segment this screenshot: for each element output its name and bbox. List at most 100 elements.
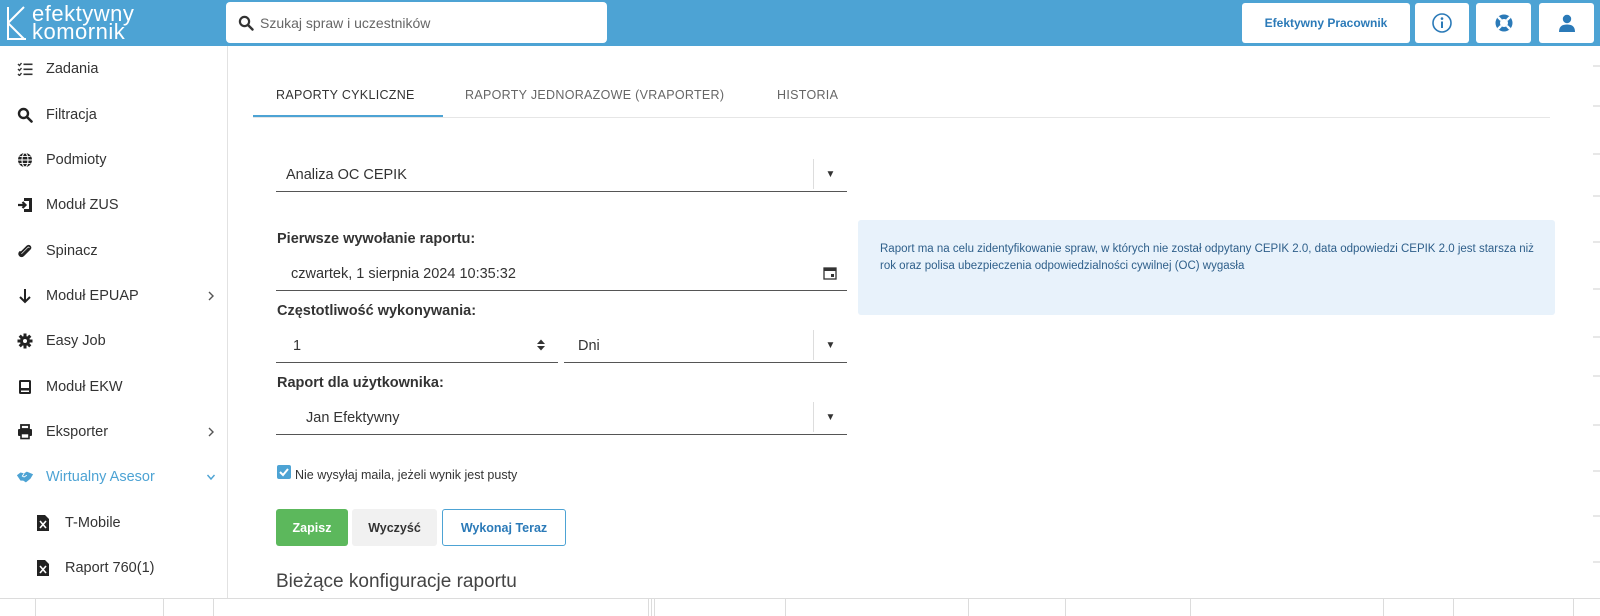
sidebar-item-label: Eksporter [46,424,109,440]
help-button[interactable] [1476,3,1531,43]
search-box [226,2,607,43]
table-column-divider [785,599,786,616]
table-column-divider [968,599,969,616]
lifebuoy-icon [1495,14,1512,32]
user-icon [1558,14,1575,32]
table-column-divider [35,599,36,616]
search-icon [238,15,254,31]
table-column-divider [213,599,214,616]
tab-raporty-cykliczne[interactable]: RAPORTY CYKLICZNE [276,88,415,102]
search-input[interactable] [260,2,600,43]
stepper-icon[interactable] [524,330,558,360]
user-select-value: Jan Efektywny [306,410,400,426]
table-column-divider [1383,599,1384,616]
tab-raporty-jednorazowe[interactable]: RAPORTY JEDNORAZOWE (VRAPORTER) [465,88,724,102]
sidebar-item-t-mobile[interactable]: T-Mobile [0,502,228,546]
sidebar-item-label: T-Mobile [65,515,121,531]
sidebar-item-podmioty[interactable]: Podmioty [0,139,228,183]
table-column-divider [1453,599,1454,616]
sidebar-item-label: Moduł EPUAP [46,288,139,304]
search-icon [16,106,34,124]
info-icon [1432,13,1452,33]
first-call-value: czwartek, 1 sierpnia 2024 10:35:32 [291,266,516,282]
table-column-divider [1065,599,1066,616]
excel-file-icon [34,559,52,577]
sign-in-icon [16,196,34,214]
handshake-icon [16,468,34,486]
config-table-top-edge [0,598,1600,616]
sidebar-item-label: Podmioty [46,152,107,168]
globe-icon [16,151,34,169]
report-description-box: Raport ma na celu zidentyfikowanie spraw… [858,220,1555,315]
sidebar-item-raport-760[interactable]: Raport 760(1) [0,547,228,591]
save-button[interactable]: Zapisz [276,509,348,546]
book-icon [16,378,34,396]
table-column-divider [654,599,655,616]
frequency-label: Częstotliwość wykonywania: [277,303,477,319]
user-label: Raport dla użytkownika: [277,375,444,391]
sidebar-item-label: Moduł EKW [46,379,123,395]
active-tab-indicator [253,115,443,117]
no-mail-checkbox[interactable] [277,465,291,479]
sidebar-item-spinacz[interactable]: Spinacz [0,230,228,274]
clear-button[interactable]: Wyczyść [352,509,437,546]
logo-line-2: komornik [32,19,126,44]
table-column-divider [163,599,164,616]
calendar-icon[interactable] [813,258,847,288]
chevron-right-icon [208,291,214,301]
sidebar-item-label: Moduł ZUS [46,197,119,213]
sidebar-item-label: Raport 760(1) [65,560,155,576]
sidebar-item-label: Zadania [46,61,99,77]
table-column-divider [651,599,652,616]
frequency-number-input[interactable]: 1 [276,328,558,363]
chevron-right-icon [208,427,214,437]
run-now-button[interactable]: Wykonaj Teraz [442,509,566,546]
app-logo[interactable]: efektywny komornik [4,3,164,43]
sidebar: Zadania Filtracja Podmioty Moduł ZUS Spi… [0,46,228,598]
first-call-label: Pierwsze wywołanie raportu: [277,231,476,247]
gear-icon [16,332,34,350]
info-button[interactable] [1415,3,1469,43]
sidebar-item-zadania[interactable]: Zadania [0,48,228,92]
frequency-value: 1 [293,338,302,354]
no-mail-label[interactable]: Nie wysyłaj maila, jeżeli wynik jest pus… [295,468,517,482]
user-button[interactable] [1539,3,1594,43]
printer-icon [16,423,34,441]
caret-down-icon: ▼ [813,159,847,189]
sidebar-item-modul-zus[interactable]: Moduł ZUS [0,184,228,228]
top-bar: efektywny komornik Efektywny Pracownik [0,0,1600,46]
current-config-title: Bieżące konfiguracje raportu [276,571,517,592]
tab-historia[interactable]: HISTORIA [777,88,838,102]
paperclip-icon [16,242,34,260]
chevron-down-icon [206,474,216,481]
sidebar-item-filtracja[interactable]: Filtracja [0,94,228,138]
caret-down-icon: ▼ [813,330,847,360]
scrollbar-ticks [1593,65,1600,563]
frequency-unit-select[interactable]: Dni ▼ [564,328,847,363]
arrow-down-icon [16,287,34,305]
table-column-divider [1190,599,1191,616]
checkmark-icon [279,468,289,477]
sidebar-item-label: Filtracja [46,107,97,123]
frequency-unit-value: Dni [578,338,600,354]
employee-button[interactable]: Efektywny Pracownik [1242,3,1410,43]
report-select[interactable]: Analiza OC CEPIK ▼ [276,157,847,192]
sidebar-item-easy-job[interactable]: Easy Job [0,320,228,364]
sidebar-item-eksporter[interactable]: Eksporter [0,411,228,455]
user-select[interactable]: Jan Efektywny ▼ [276,400,847,435]
report-description-text: Raport ma na celu zidentyfikowanie spraw… [880,243,1534,272]
sidebar-item-label: Easy Job [46,333,106,349]
report-select-value: Analiza OC CEPIK [286,167,407,183]
excel-file-icon [34,514,52,532]
report-tabs: RAPORTY CYKLICZNE RAPORTY JEDNORAZOWE (V… [253,70,1550,118]
sidebar-item-modul-epuap[interactable]: Moduł EPUAP [0,275,228,319]
first-call-datetime-input[interactable]: czwartek, 1 sierpnia 2024 10:35:32 [276,256,847,291]
sidebar-item-label: Spinacz [46,243,98,259]
sidebar-item-wirtualny-asesor[interactable]: Wirtualny Asesor [0,456,228,500]
sidebar-item-label: Wirtualny Asesor [46,469,155,485]
tasks-list-icon [16,60,34,78]
sidebar-item-modul-ekw[interactable]: Moduł EKW [0,366,228,410]
caret-down-icon: ▼ [813,402,847,432]
table-column-divider [1573,599,1574,616]
table-column-divider [648,599,649,616]
